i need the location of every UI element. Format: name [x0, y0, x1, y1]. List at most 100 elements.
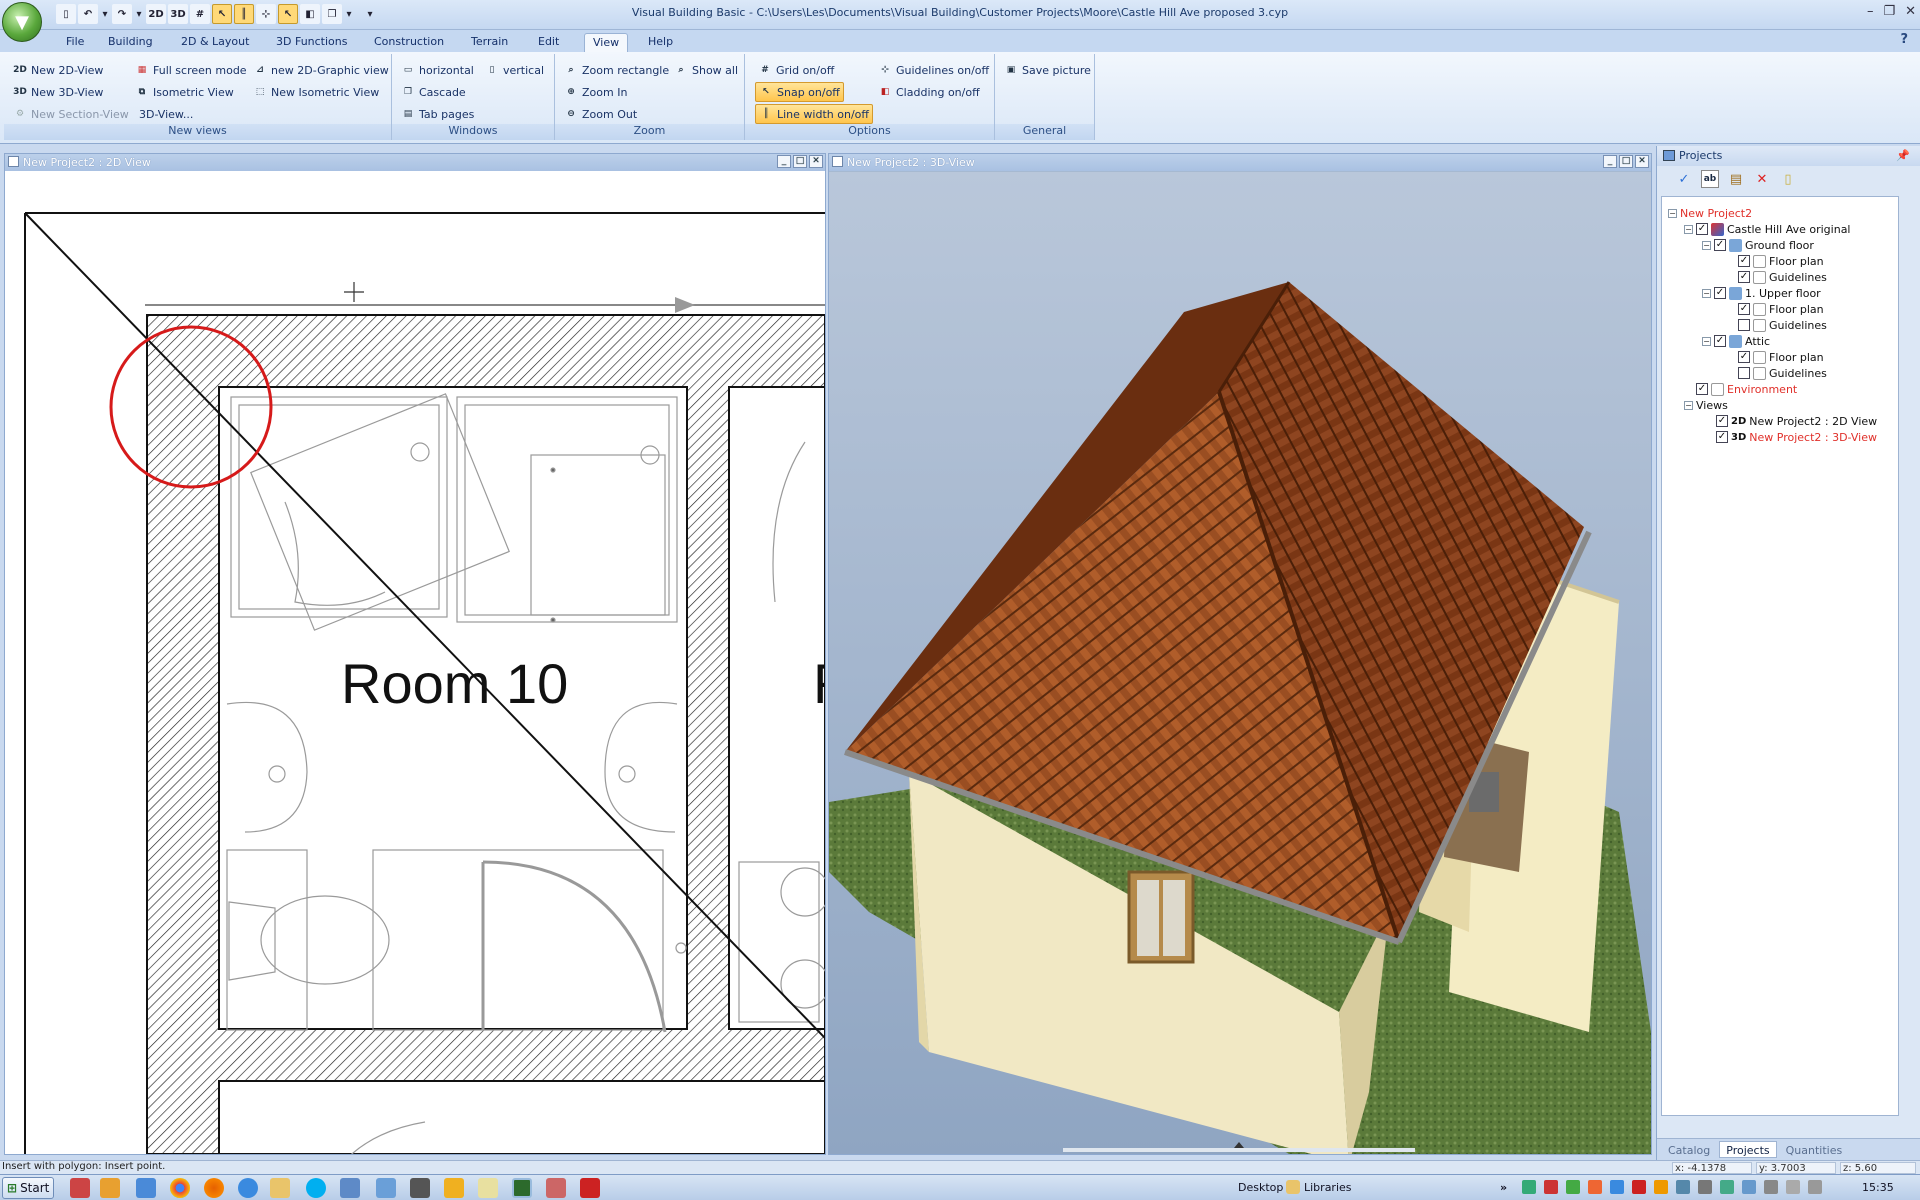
cladding-toggle-button[interactable]: ◧ Cladding on/off	[875, 82, 983, 102]
application-menu-button[interactable]: ▼	[2, 2, 42, 42]
notepad-icon[interactable]	[478, 1178, 498, 1198]
check-icon[interactable]: ✓	[1675, 170, 1693, 188]
view-3d-titlebar[interactable]: New Project2 : 3D-View _ □ ✕	[829, 154, 1651, 171]
tab-view[interactable]: View	[584, 33, 629, 52]
volume-icon[interactable]	[1808, 1180, 1822, 1194]
visibility-checkbox[interactable]: ✓	[1714, 335, 1726, 347]
taskbar-clock[interactable]: 15:35	[1862, 1181, 1894, 1194]
taskbar-app-icon[interactable]	[136, 1178, 156, 1198]
signal-icon[interactable]	[1764, 1180, 1778, 1194]
maximize-icon[interactable]: ❐	[1883, 4, 1895, 19]
visibility-checkbox[interactable]: ✓	[1696, 223, 1708, 235]
visibility-checkbox[interactable]	[1738, 319, 1750, 331]
grid-toggle-button[interactable]: # Grid on/off	[755, 60, 837, 80]
tab-file[interactable]: File	[58, 33, 92, 52]
tree-node-floor-plan[interactable]: ✓ Floor plan	[1738, 349, 1824, 365]
maximize-icon[interactable]: □	[1619, 155, 1633, 168]
collapse-icon[interactable]: −	[1702, 240, 1711, 250]
help-icon[interactable]: ?	[1900, 32, 1908, 47]
3d-view-dialog-button[interactable]: 3D-View...	[136, 104, 196, 124]
tree-node-guidelines[interactable]: Guidelines	[1738, 317, 1827, 333]
horizontal-scroll-indicator[interactable]	[1063, 1148, 1415, 1152]
visibility-checkbox[interactable]: ✓	[1738, 271, 1750, 283]
start-button[interactable]: ⊞ Start	[2, 1177, 54, 1199]
skype-icon[interactable]	[306, 1178, 326, 1198]
tree-node-upper-floor[interactable]: − ✓ 1. Upper floor	[1702, 285, 1821, 301]
pin-icon[interactable]: 📌	[1896, 149, 1910, 162]
tree-node-floor-plan[interactable]: ✓ Floor plan	[1738, 253, 1824, 269]
tab-terrain[interactable]: Terrain	[463, 33, 516, 52]
tree-node-guidelines[interactable]: ✓ Guidelines	[1738, 269, 1827, 285]
minimize-icon[interactable]: _	[1603, 155, 1617, 168]
view-2d-window[interactable]: New Project2 : 2D View _ □ ✕ Room 10	[4, 153, 826, 1155]
tray-icon[interactable]	[1654, 1180, 1668, 1194]
visibility-checkbox[interactable]: ✓	[1714, 287, 1726, 299]
visual-building-icon[interactable]	[512, 1178, 532, 1198]
taskbar-desktop-toolbar[interactable]: Desktop	[1238, 1181, 1283, 1194]
room-label[interactable]: Room 10	[341, 652, 568, 715]
folder-icon[interactable]	[270, 1178, 290, 1198]
visibility-checkbox[interactable]: ✓	[1738, 303, 1750, 315]
tab-catalog[interactable]: Catalog	[1661, 1141, 1717, 1158]
tree-node-root[interactable]: − New Project2	[1668, 205, 1752, 221]
tree-node-guidelines[interactable]: Guidelines	[1738, 365, 1827, 381]
visibility-checkbox[interactable]: ✓	[1738, 351, 1750, 363]
show-all-button[interactable]: ⌕ Show all	[671, 60, 741, 80]
zoom-out-button[interactable]: ⊖ Zoom Out	[561, 104, 640, 124]
visibility-checkbox[interactable]: ✓	[1714, 239, 1726, 251]
collapse-icon[interactable]: −	[1684, 400, 1693, 410]
firefox-icon[interactable]	[204, 1178, 224, 1198]
tree-node-views[interactable]: − Views	[1684, 397, 1728, 413]
tray-icon[interactable]	[1522, 1180, 1536, 1194]
view-3d-window[interactable]: New Project2 : 3D-View _ □ ✕	[828, 153, 1652, 1155]
flag-icon[interactable]	[1786, 1180, 1800, 1194]
new-document-icon[interactable]: ▯	[1779, 170, 1797, 188]
tile-vertical-button[interactable]: ▯ vertical	[482, 60, 547, 80]
save-picture-button[interactable]: ▣ Save picture	[1001, 60, 1094, 80]
view-2d-titlebar[interactable]: New Project2 : 2D View _ □ ✕	[5, 154, 825, 171]
tree-node-view-3d[interactable]: ✓ 3D New Project2 : 3D-View	[1716, 429, 1877, 445]
tab-building[interactable]: Building	[100, 33, 161, 52]
visibility-checkbox[interactable]: ✓	[1716, 431, 1728, 443]
project-tree[interactable]: − New Project2 − ✓ Castle Hill Ave original…	[1661, 196, 1899, 1116]
taskbar-expand-icon[interactable]: »	[1500, 1181, 1507, 1194]
tray-icon[interactable]	[1566, 1180, 1580, 1194]
cascade-button[interactable]: ❐ Cascade	[398, 82, 469, 102]
taskbar-app-icon[interactable]	[340, 1178, 360, 1198]
new-2d-view-button[interactable]: 2D New 2D-View	[10, 60, 106, 80]
tray-icon[interactable]	[1610, 1180, 1624, 1194]
tile-horizontal-button[interactable]: ▭ horizontal	[398, 60, 477, 80]
tab-help[interactable]: Help	[640, 33, 681, 52]
tab-quantities[interactable]: Quantities	[1779, 1141, 1850, 1158]
tab-edit[interactable]: Edit	[530, 33, 567, 52]
walls[interactable]	[146, 314, 825, 1154]
tree-node-attic[interactable]: − ✓ Attic	[1702, 333, 1770, 349]
tab-pages-button[interactable]: ▤ Tab pages	[398, 104, 477, 124]
taskbar-app-icon[interactable]	[376, 1178, 396, 1198]
guidelines-toggle-button[interactable]: ⊹ Guidelines on/off	[875, 60, 992, 80]
filezilla-icon[interactable]	[580, 1178, 600, 1198]
taskbar-app-icon[interactable]	[444, 1178, 464, 1198]
collapse-icon[interactable]: −	[1668, 208, 1677, 218]
close-icon[interactable]: ✕	[1635, 155, 1649, 168]
taskbar-app-icon[interactable]	[70, 1178, 90, 1198]
snap-toggle-button[interactable]: ↖ Snap on/off	[755, 82, 844, 102]
tray-icon[interactable]	[1632, 1180, 1646, 1194]
rename-icon[interactable]: ab	[1701, 170, 1719, 188]
tab-construction[interactable]: Construction	[366, 33, 452, 52]
tray-icon[interactable]	[1698, 1180, 1712, 1194]
new-isometric-view-button[interactable]: ⬚ New Isometric View	[250, 82, 382, 102]
new-2d-graphic-view-button[interactable]: ⊿ new 2D-Graphic view	[250, 60, 392, 80]
new-3d-view-button[interactable]: 3D New 3D-View	[10, 82, 106, 102]
new-section-view-button[interactable]: ⚙ New Section-View	[10, 104, 132, 124]
tree-node-environment[interactable]: ✓ Environment	[1696, 381, 1797, 397]
collapse-icon[interactable]: −	[1702, 288, 1711, 298]
chrome-icon[interactable]	[170, 1178, 190, 1198]
full-screen-mode-button[interactable]: ▦ Full screen mode	[132, 60, 250, 80]
floor-plan-canvas[interactable]: Room 10 R	[5, 172, 825, 1154]
visibility-checkbox[interactable]: ✓	[1738, 255, 1750, 267]
tray-icon[interactable]	[1676, 1180, 1690, 1194]
tray-icon[interactable]	[1544, 1180, 1558, 1194]
close-icon[interactable]: ✕	[809, 155, 823, 168]
isometric-view-button[interactable]: ⧉ Isometric View	[132, 82, 237, 102]
